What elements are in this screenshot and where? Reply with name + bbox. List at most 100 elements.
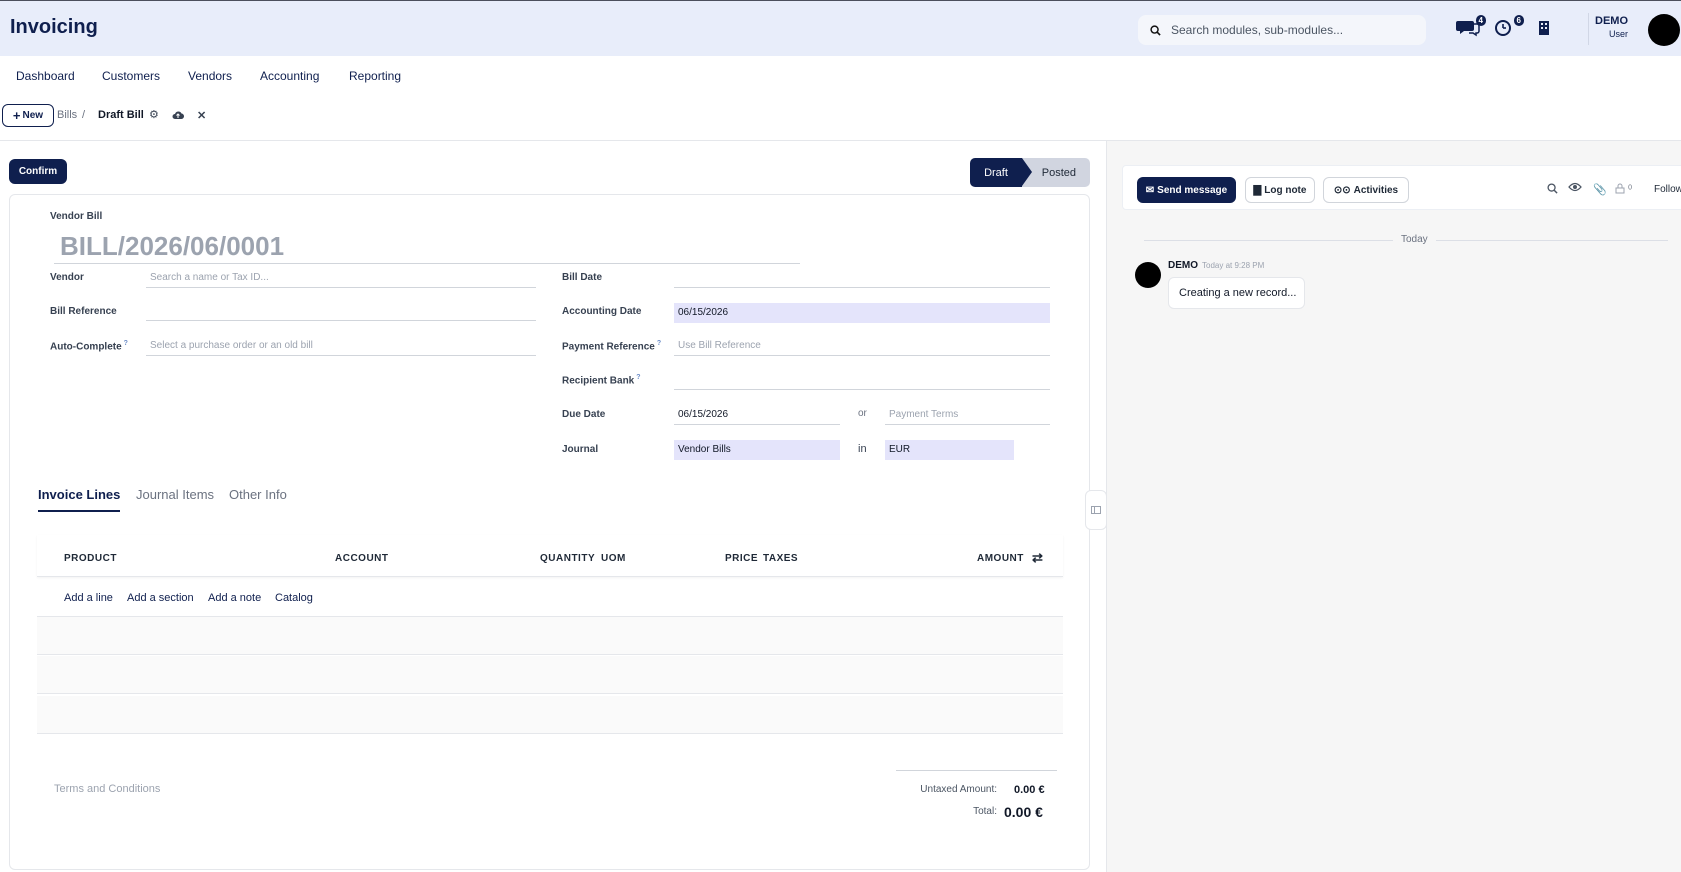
col-price[interactable]: PRICE [725,553,758,564]
followers-icon[interactable]: 0 [1615,183,1632,197]
confirm-button[interactable]: Confirm [9,159,67,184]
add-section-link[interactable]: Add a section [127,592,194,604]
tab-other-info[interactable]: Other Info [229,487,287,502]
add-line-row: Add a line Add a section Add a note Cata… [37,577,1063,617]
due-date-field[interactable]: 06/15/2026 [674,405,840,425]
chatter-topbar: ✉ Send message ▇ Log note ⊙⊙ Activities … [1122,165,1681,210]
col-account[interactable]: ACCOUNT [335,553,389,564]
app-title[interactable]: Invoicing [10,16,98,39]
messages-icon[interactable]: 4 [1456,15,1486,41]
journal-label: Journal [562,444,599,455]
tab-invoice-lines[interactable]: Invoice Lines [38,487,121,512]
menu-reporting[interactable]: Reporting [349,69,401,83]
menu-vendors[interactable]: Vendors [188,69,232,83]
payment-terms-field[interactable]: Payment Terms [885,405,1050,425]
breadcrumb-bills[interactable]: Bills [57,109,77,121]
discard-icon[interactable]: ✕ [197,109,206,122]
new-button[interactable]: + New [2,104,54,127]
user-menu[interactable]: DEMO User [1588,15,1628,39]
payment-reference-label: Payment Reference? [562,340,662,353]
invoice-lines-header: PRODUCT ACCOUNT QUANTITY UOM PRICE TAXES… [37,535,1063,577]
due-date-or: or [858,408,867,419]
untaxed-amount-value: 0.00 € [1014,784,1045,796]
search-icon[interactable] [1547,183,1558,197]
paperclip-icon[interactable]: 📎 [1593,183,1607,196]
bill-date-label: Bill Date [562,272,603,283]
totals-divider [896,770,1057,771]
col-uom[interactable]: UOM [601,553,626,564]
vendor-field[interactable]: Search a name or Tax ID... [146,268,536,288]
recipient-bank-label: Recipient Bank? [562,374,641,387]
tab-journal-items[interactable]: Journal Items [136,487,214,502]
message-body: Creating a new record... [1168,277,1305,309]
chatter-toggle-icon[interactable] [1085,490,1107,530]
journal-in: in [858,443,867,455]
empty-row [37,696,1063,734]
message-avatar[interactable] [1135,262,1161,288]
bill-name-field[interactable]: BILL/2026/06/0001 [54,231,800,264]
total-label: Total: [973,806,997,817]
catalog-link[interactable]: Catalog [275,592,313,604]
message-time: Today at 9:28 PM [1202,261,1265,270]
col-amount[interactable]: AMOUNT [977,553,1024,564]
untaxed-amount-label: Untaxed Amount: [920,784,997,795]
total-value: 0.00 € [1004,804,1043,820]
eye-icon[interactable] [1568,182,1582,195]
auto-complete-label: Auto-Complete? [50,340,128,353]
add-note-link[interactable]: Add a note [208,592,261,604]
menu-dashboard[interactable]: Dashboard [16,69,75,83]
clock-icon: ⊙⊙ [1333,184,1351,196]
terms-and-conditions[interactable]: Terms and Conditions [54,783,160,795]
log-note-button[interactable]: ▇ Log note [1245,177,1315,203]
plus-icon: + [12,108,21,123]
message-author[interactable]: DEMO [1168,260,1198,271]
control-panel: + New Bills / Draft Bill ⚙ ✕ [0,94,1681,141]
help-icon[interactable]: ? [657,340,661,347]
payment-reference-field[interactable]: Use Bill Reference [674,336,1050,356]
bill-date-field[interactable] [674,268,1050,288]
bill-reference-field[interactable] [146,301,536,321]
send-message-button[interactable]: ✉ Send message [1137,177,1236,203]
search-placeholder: Search modules, sub-modules... [1171,23,1344,37]
log-note-label: Log note [1264,184,1307,196]
gear-icon[interactable]: ⚙ [149,108,159,121]
send-message-label: Send message [1157,184,1228,196]
currency-field[interactable]: EUR [885,440,1014,460]
auto-complete-field[interactable]: Select a purchase order or an old bill [146,336,536,356]
help-icon[interactable]: ? [124,340,128,347]
menu-customers[interactable]: Customers [102,69,160,83]
recipient-bank-field[interactable] [674,370,1050,390]
save-cloud-icon[interactable] [172,110,185,123]
journal-field[interactable]: Vendor Bills [674,440,840,460]
followers-count: 0 [1628,184,1632,192]
breadcrumb-separator: / [82,109,86,121]
follow-button[interactable]: Follow [1654,184,1681,195]
activities-button[interactable]: ⊙⊙ Activities [1323,177,1409,203]
user-role: User [1608,29,1628,39]
optional-columns-icon[interactable]: ⇄ [1032,550,1043,566]
status-draft[interactable]: Draft [970,158,1032,187]
activities-icon[interactable]: 6 [1494,15,1524,41]
activities-badge: 6 [1513,15,1524,26]
search-icon [1150,24,1161,36]
status-bar: Draft Posted [970,158,1090,187]
due-date-label: Due Date [562,409,606,420]
col-product[interactable]: PRODUCT [64,553,117,564]
menu-accounting[interactable]: Accounting [260,69,319,83]
app-menu: Dashboard Customers Vendors Accounting R… [0,56,1681,94]
activities-label: Activities [1353,184,1399,196]
messages-badge: 4 [1475,15,1486,26]
add-line-link[interactable]: Add a line [64,592,113,604]
accounting-date-field[interactable]: 06/15/2026 [674,303,1050,323]
search-bar[interactable]: Search modules, sub-modules... [1138,15,1426,45]
form-sheet: Vendor Bill BILL/2026/06/0001 Vendor Sea… [9,194,1090,870]
help-icon[interactable]: ? [636,374,640,381]
col-quantity[interactable]: QUANTITY [540,553,595,564]
col-taxes[interactable]: TAXES [763,553,798,564]
form-view: Confirm Draft Posted Vendor Bill BILL/20… [0,141,1105,872]
empty-row [37,617,1063,655]
company-icon[interactable] [1538,20,1564,44]
envelope-icon: ✉ [1145,184,1155,196]
status-posted[interactable]: Posted [1022,158,1090,187]
user-avatar[interactable] [1648,14,1680,46]
